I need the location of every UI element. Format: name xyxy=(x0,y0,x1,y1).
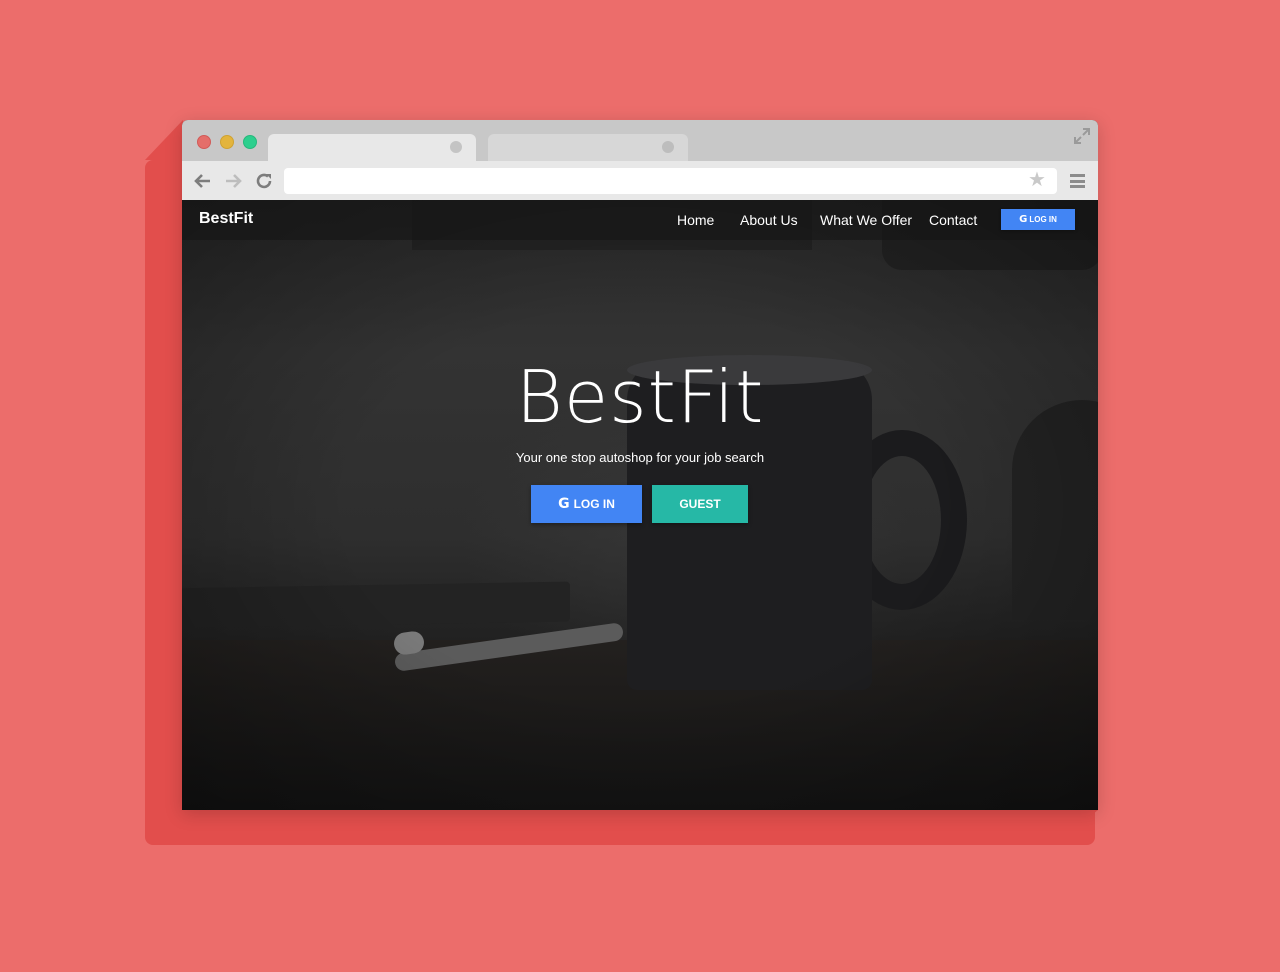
nav-login-label: LOG IN xyxy=(1029,215,1057,224)
nav-contact[interactable]: Contact xyxy=(929,212,977,228)
hero-guest-label: GUEST xyxy=(679,497,721,511)
expand-icon[interactable] xyxy=(1074,128,1090,144)
hamburger-menu-icon[interactable] xyxy=(1070,174,1085,188)
forward-arrow-icon[interactable] xyxy=(224,172,242,190)
minimize-window-button[interactable] xyxy=(220,135,234,149)
tab-bar xyxy=(182,120,1098,161)
browser-tab[interactable] xyxy=(488,134,688,161)
back-arrow-icon[interactable] xyxy=(194,172,212,190)
google-icon: G xyxy=(1019,214,1028,225)
nav-login-button[interactable]: G LOG IN xyxy=(1001,209,1075,230)
reload-icon[interactable] xyxy=(255,172,273,190)
hero-login-label: LOG IN xyxy=(573,497,615,511)
site-navbar: BestFit Home About Us What We Offer Cont… xyxy=(182,200,1098,240)
browser-tab-active[interactable] xyxy=(268,134,476,161)
site-brand[interactable]: BestFit xyxy=(199,210,253,228)
nav-about-us[interactable]: About Us xyxy=(740,212,798,228)
hero-login-button[interactable]: G LOG IN xyxy=(531,485,642,523)
hero-subtitle: Your one stop autoshop for your job sear… xyxy=(515,450,765,465)
backdrop-shadow-corner xyxy=(1052,810,1098,845)
page-viewport: BestFit Home About Us What We Offer Cont… xyxy=(182,200,1098,810)
browser-toolbar: ★ xyxy=(182,161,1098,200)
bookmark-star-icon[interactable]: ★ xyxy=(1028,170,1046,190)
backdrop-shadow-corner xyxy=(145,120,183,160)
hero-title: BestFit xyxy=(515,355,765,439)
nav-what-we-offer[interactable]: What We Offer xyxy=(820,212,912,228)
maximize-window-button[interactable] xyxy=(243,135,257,149)
browser-window: ★ BestFit Home About Us What We Offer Co… xyxy=(182,120,1098,810)
hero-guest-button[interactable]: GUEST xyxy=(652,485,748,523)
address-bar[interactable] xyxy=(284,168,1057,194)
close-window-button[interactable] xyxy=(197,135,211,149)
tab-close-icon[interactable] xyxy=(450,141,462,153)
google-icon: G xyxy=(558,496,570,512)
nav-home[interactable]: Home xyxy=(677,212,714,228)
tab-close-icon[interactable] xyxy=(662,141,674,153)
